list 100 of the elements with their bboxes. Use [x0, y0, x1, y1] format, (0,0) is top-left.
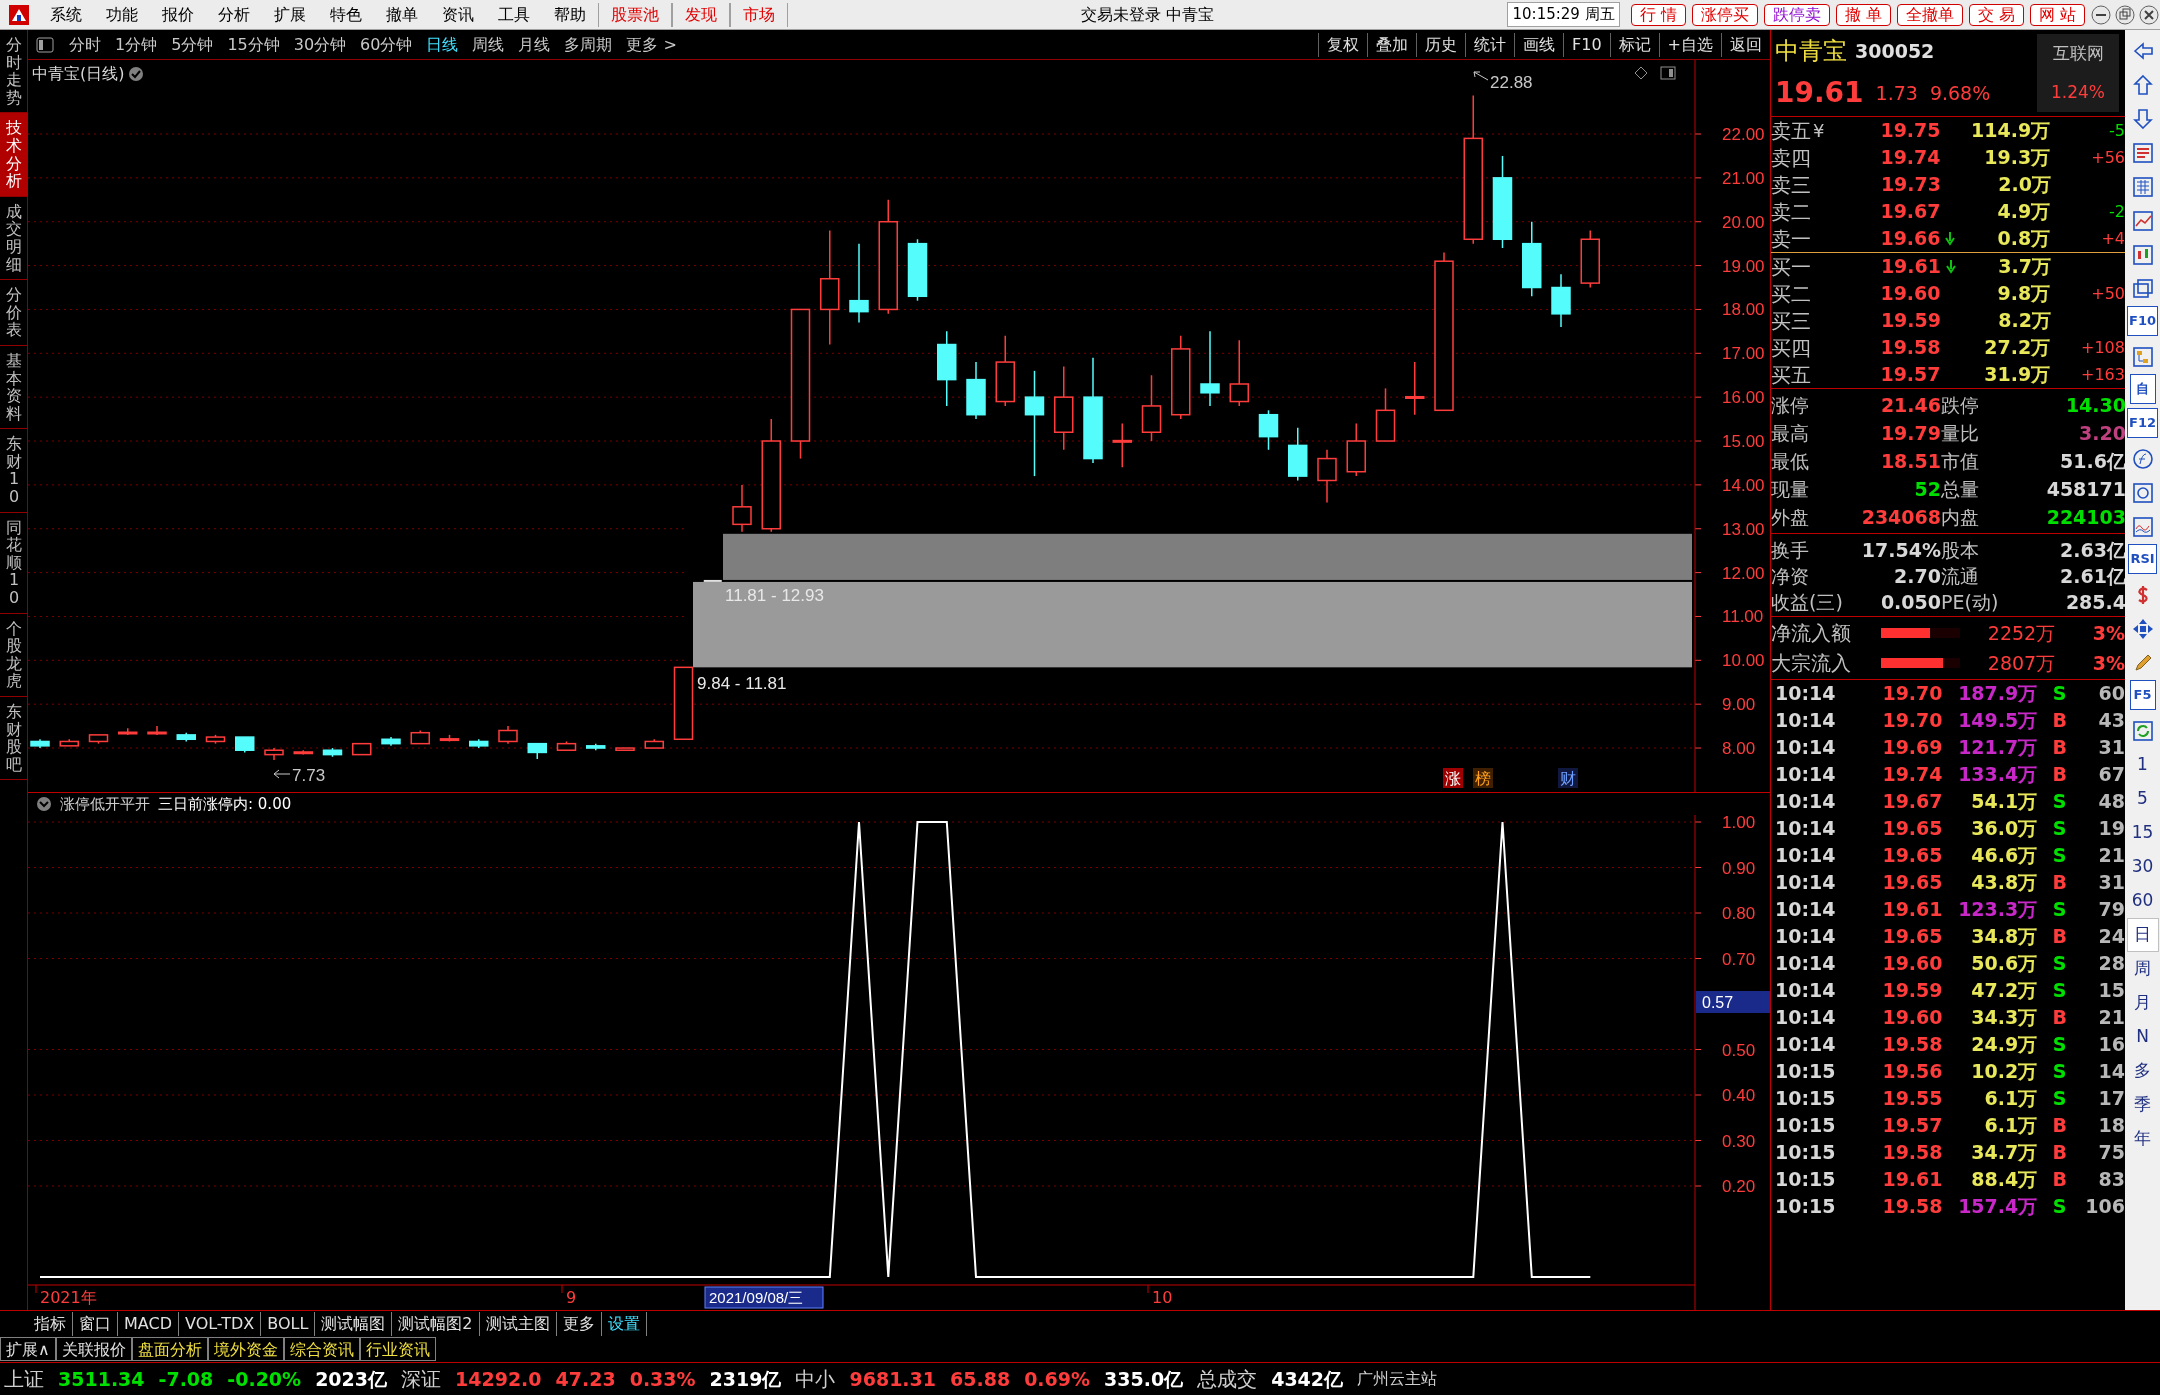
- indicator-tab[interactable]: MACD: [118, 1311, 179, 1336]
- side-tab[interactable]: 基本资料: [0, 345, 28, 430]
- trade-button[interactable]: 跌停卖: [1763, 3, 1830, 26]
- period-button[interactable]: 月: [2126, 986, 2159, 1020]
- collapse-icon[interactable]: [36, 796, 52, 812]
- tool-button[interactable]: F5: [2129, 680, 2156, 710]
- side-tab[interactable]: 个股龙虎: [0, 613, 28, 697]
- indicator-tab[interactable]: 测试主图: [479, 1311, 557, 1336]
- trade-button[interactable]: 涨停买: [1691, 3, 1758, 26]
- extension-tab[interactable]: 境外资金: [207, 1337, 284, 1361]
- trade-button[interactable]: 全撤单: [1896, 3, 1963, 26]
- toolbar-button[interactable]: 统计: [1465, 32, 1515, 57]
- period-button[interactable]: N: [2126, 1020, 2159, 1054]
- close-icon[interactable]: [2138, 3, 2160, 26]
- period-button[interactable]: 5: [2126, 782, 2159, 816]
- refresh-icon[interactable]: [2131, 720, 2154, 742]
- indicator-tab[interactable]: VOL-TDX: [178, 1311, 262, 1336]
- down-arrow-icon[interactable]: [1946, 259, 1956, 274]
- trade-button[interactable]: 网 站: [2029, 3, 2085, 26]
- period-button[interactable]: 60: [2126, 884, 2159, 918]
- menu-item[interactable]: 特色: [318, 2, 374, 27]
- side-tab[interactable]: 东财股吧: [0, 697, 28, 781]
- check-circle-icon[interactable]: [128, 66, 145, 82]
- menu-item[interactable]: 工具: [486, 2, 542, 27]
- extension-tab[interactable]: 综合资讯: [283, 1337, 360, 1361]
- period-tab[interactable]: 更多 >: [619, 32, 684, 57]
- list-icon[interactable]: [2131, 142, 2154, 164]
- tree-icon[interactable]: [2131, 346, 2154, 368]
- side-tab[interactable]: 成交明细: [0, 196, 28, 281]
- indicator-tab[interactable]: 设置: [601, 1311, 647, 1336]
- minimize-icon[interactable]: [2090, 3, 2112, 26]
- menu-item[interactable]: 分析: [206, 2, 262, 27]
- side-tab[interactable]: 分价表: [0, 280, 28, 346]
- period-button[interactable]: 周: [2126, 952, 2159, 986]
- period-button[interactable]: 30: [2126, 850, 2159, 884]
- menu-item[interactable]: 功能: [94, 2, 150, 27]
- period-button[interactable]: 年: [2126, 1122, 2159, 1156]
- period-button[interactable]: 1: [2126, 748, 2159, 782]
- event-marker[interactable]: 涨: [1443, 768, 1463, 788]
- toolbar-button[interactable]: F10: [1563, 32, 1610, 57]
- period-button[interactable]: 日: [2126, 918, 2159, 952]
- trade-button[interactable]: 行 情: [1630, 3, 1686, 26]
- indicator-tab[interactable]: 窗口: [73, 1311, 118, 1336]
- diamond-icon[interactable]: [1634, 66, 1648, 80]
- tool-button[interactable]: RSI: [2128, 544, 2157, 574]
- period-tab[interactable]: 多周期: [557, 32, 620, 57]
- period-tab[interactable]: 15分钟: [220, 32, 287, 57]
- panel-toggle-icon[interactable]: [36, 36, 54, 53]
- period-tab[interactable]: 月线: [511, 32, 558, 57]
- move-icon[interactable]: [2131, 618, 2154, 640]
- period-tab[interactable]: 30分钟: [286, 32, 354, 57]
- toolbar-button[interactable]: 叠加: [1367, 32, 1417, 57]
- period-tab[interactable]: 60分钟: [353, 32, 420, 57]
- formula-icon[interactable]: [2131, 448, 2154, 470]
- trade-button[interactable]: 撤 单: [1835, 3, 1891, 26]
- period-button[interactable]: 多: [2126, 1054, 2159, 1088]
- menu-item[interactable]: 市场: [730, 2, 788, 27]
- event-marker[interactable]: 财: [1558, 768, 1578, 788]
- menu-item[interactable]: 扩展: [262, 2, 318, 27]
- tool-button[interactable]: F12: [2127, 408, 2158, 438]
- restore-icon[interactable]: [2114, 3, 2136, 26]
- extension-tab[interactable]: 盘面分析: [131, 1337, 208, 1361]
- menu-item[interactable]: 股票池: [598, 2, 672, 27]
- tool-button[interactable]: F10: [2127, 306, 2158, 336]
- candlestick-icon[interactable]: [2131, 244, 2154, 266]
- side-tab[interactable]: 技术分析: [0, 113, 28, 197]
- wave-chart-icon[interactable]: [2131, 516, 2154, 538]
- period-tab[interactable]: 1分钟: [108, 32, 165, 57]
- menu-item[interactable]: 发现: [672, 2, 730, 27]
- down-arrow-icon[interactable]: [1945, 231, 1956, 246]
- toolbar-button[interactable]: 标记: [1609, 32, 1659, 57]
- window-icon[interactable]: [1660, 66, 1676, 80]
- extension-tab[interactable]: 扩展∧: [0, 1337, 56, 1361]
- period-button[interactable]: 季: [2126, 1088, 2159, 1122]
- extension-tab[interactable]: 关联报价: [55, 1337, 132, 1361]
- period-tab[interactable]: 5分钟: [164, 32, 221, 57]
- indicator-tab[interactable]: 指标: [28, 1311, 73, 1336]
- menu-item[interactable]: 系统: [38, 2, 94, 27]
- menu-item[interactable]: 报价: [150, 2, 206, 27]
- indicator-tab[interactable]: 更多: [556, 1311, 602, 1336]
- event-marker[interactable]: 榜: [1473, 768, 1493, 788]
- grid-icon[interactable]: [2131, 176, 2154, 198]
- windows-icon[interactable]: [2131, 278, 2154, 300]
- toolbar-button[interactable]: 复权: [1318, 32, 1368, 57]
- toolbar-button[interactable]: 历史: [1416, 32, 1466, 57]
- period-tab[interactable]: 分时: [62, 32, 108, 57]
- app-logo-icon[interactable]: [8, 3, 30, 26]
- back-arrow-icon[interactable]: [2131, 40, 2154, 62]
- extension-tab[interactable]: 行业资讯: [359, 1337, 436, 1361]
- tool-button[interactable]: 自: [2129, 374, 2156, 404]
- indicator-tab[interactable]: BOLL: [261, 1311, 316, 1336]
- toolbar-button[interactable]: 返回: [1721, 32, 1770, 57]
- period-button[interactable]: 15: [2126, 816, 2159, 850]
- toolbar-button[interactable]: +自选: [1658, 32, 1721, 57]
- up-arrow-icon[interactable]: [2131, 74, 2154, 96]
- side-tab[interactable]: 东财10: [0, 429, 28, 513]
- menu-item[interactable]: 资讯: [430, 2, 486, 27]
- trade-button[interactable]: 交 易: [1968, 3, 2024, 26]
- period-tab[interactable]: 周线: [465, 32, 512, 57]
- line-chart-icon[interactable]: [2131, 210, 2154, 232]
